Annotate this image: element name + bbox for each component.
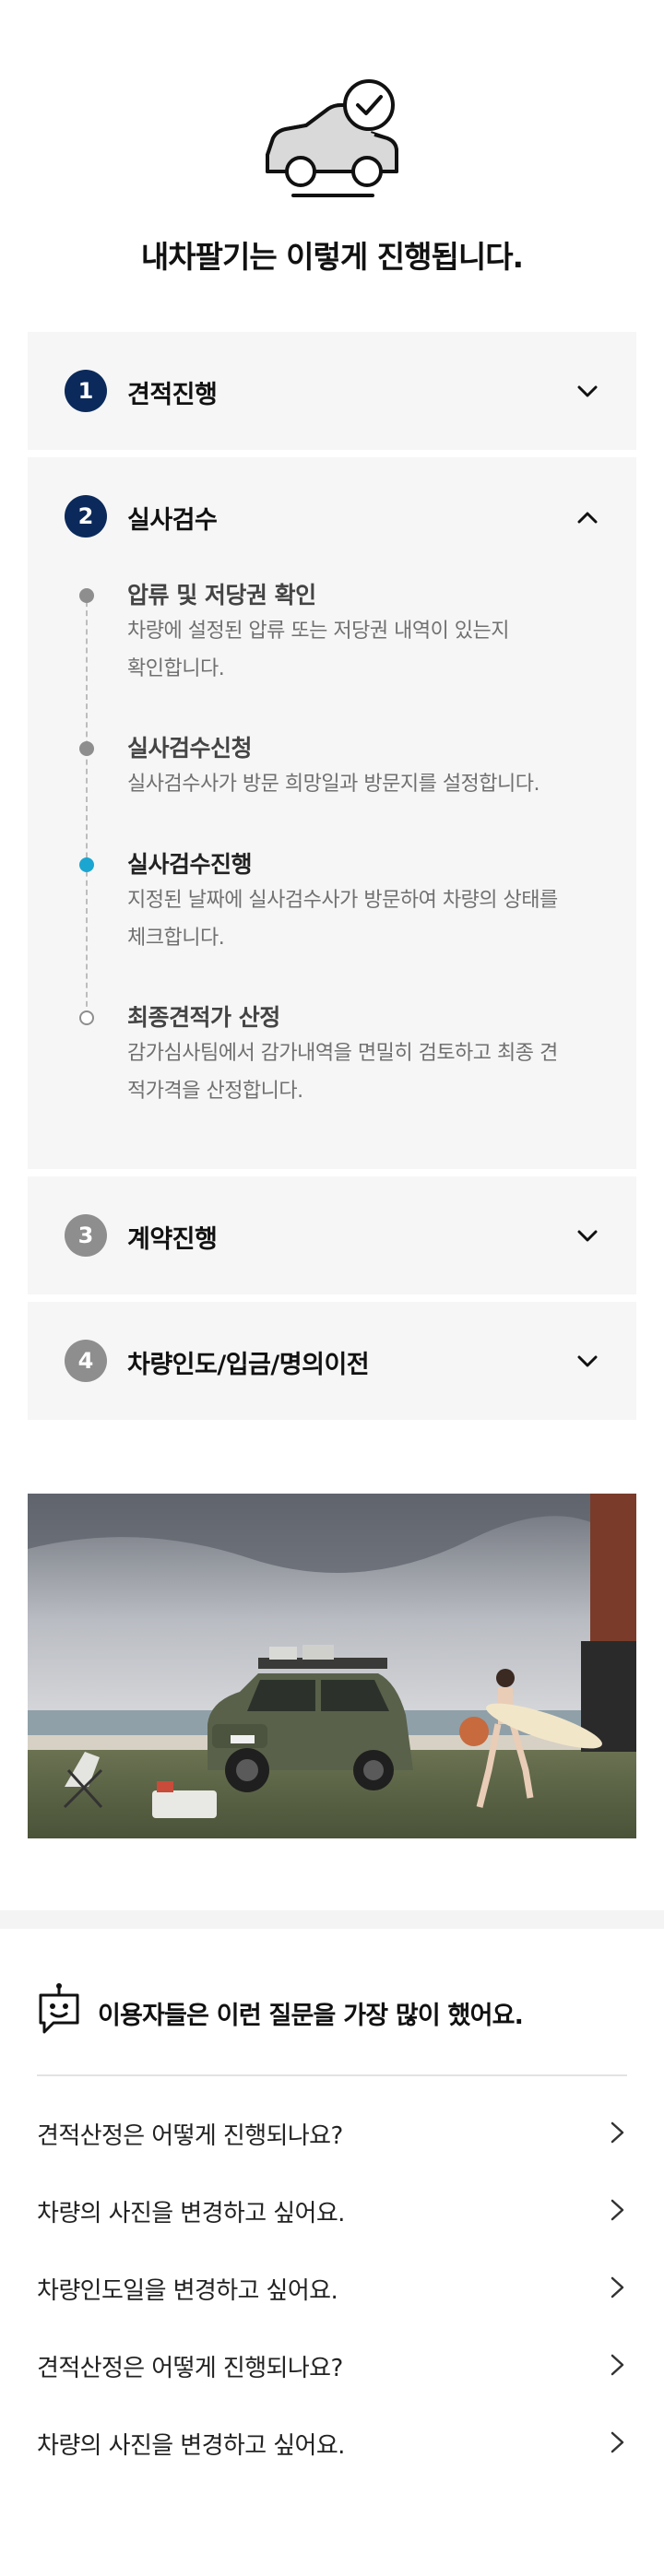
substep-desc-line: 실사검수사가 방문 희망일과 방문지를 설정합니다. xyxy=(127,773,540,796)
substep-dot-pending xyxy=(79,1010,94,1025)
substep-desc-line: 적가격을 산정합니다. xyxy=(127,1080,303,1103)
step-card-4: 4 차량인도/입금/명의이전 xyxy=(28,1302,636,1420)
step-card-2: 2 실사검수 압류 및 저당권 확인 차량에 설정된 압류 또는 저당권 내역이… xyxy=(28,457,636,1169)
substep-desc: 감가심사팀에서 감가내역을 면밀히 검토하고 최종 견 적가격을 산정합니다. xyxy=(127,1034,607,1110)
step-card-3: 3 계약진행 xyxy=(28,1176,636,1294)
substep-dot-current xyxy=(79,857,94,872)
step-title: 차량인도/입금/명의이전 xyxy=(127,1351,370,1379)
chevron-right-icon xyxy=(611,2121,624,2144)
faq-question: 견적산정은 어떻게 진행되나요? xyxy=(37,2122,343,2150)
chevron-down-icon[interactable] xyxy=(575,1350,599,1374)
faq-item[interactable]: 차량의 사진을 변경하고 싶어요. xyxy=(37,2172,627,2250)
chevron-down-icon[interactable] xyxy=(575,380,599,404)
chevron-right-icon xyxy=(611,2276,624,2298)
car-check-icon xyxy=(266,79,398,197)
step-number-badge: 1 xyxy=(65,370,107,412)
step-number-badge: 4 xyxy=(65,1340,107,1382)
page-title: 내차팔기는 이렇게 진행됩니다. xyxy=(140,239,524,275)
step-card-1: 1 견적진행 xyxy=(28,332,636,450)
faq-header: 이용자들은 이런 질문을 가장 많이 했어요. xyxy=(37,1982,627,2038)
step-number-badge: 3 xyxy=(65,1214,107,1257)
substep-title: 실사검수신청 xyxy=(127,735,253,762)
faq-question: 차량인도일을 변경하고 싶어요. xyxy=(37,2277,338,2305)
faq-item[interactable]: 차량인도일을 변경하고 싶어요. xyxy=(37,2250,627,2327)
chevron-right-icon xyxy=(611,2199,624,2221)
promo-photo xyxy=(28,1494,636,1838)
chevron-right-icon xyxy=(611,2354,624,2376)
step-title: 견적진행 xyxy=(127,381,218,409)
substep-title: 압류 및 저당권 확인 xyxy=(127,582,316,609)
substep-desc-line: 체크합니다. xyxy=(127,927,225,950)
faq-item[interactable]: 차량의 사진을 변경하고 싶어요. xyxy=(37,2405,627,2482)
faq-question: 견적산정은 어떻게 진행되나요? xyxy=(37,2355,343,2382)
substep-desc-line: 차량에 설정된 압류 또는 저당권 내역이 있는지 xyxy=(127,620,510,643)
faq-item[interactable]: 견적산정은 어떻게 진행되나요? xyxy=(37,2095,627,2172)
step-title: 계약진행 xyxy=(127,1225,218,1254)
substep-desc-line: 감가심사팀에서 감가내역을 면밀히 검토하고 최종 견 xyxy=(127,1042,558,1065)
substep-dot-done xyxy=(79,741,94,756)
timeline-line xyxy=(86,592,88,1016)
step-header-2[interactable]: 2 실사검수 xyxy=(28,457,636,575)
substep-dot-done xyxy=(79,588,94,603)
chatbot-icon xyxy=(39,1983,79,2034)
substep-desc-line: 확인합니다. xyxy=(127,657,225,680)
step-title: 실사검수 xyxy=(127,506,218,535)
substep-title: 실사검수진행 xyxy=(127,851,253,878)
chevron-right-icon xyxy=(611,2431,624,2453)
chevron-up-icon[interactable] xyxy=(575,505,599,529)
faq-title: 이용자들은 이런 질문을 가장 많이 했어요. xyxy=(98,2002,524,2030)
faq-divider xyxy=(37,2074,627,2076)
step-number-badge: 2 xyxy=(65,495,107,538)
chevron-down-icon[interactable] xyxy=(575,1224,599,1248)
substep-desc: 차량에 설정된 압류 또는 저당권 내역이 있는지 확인합니다. xyxy=(127,612,607,688)
substep-desc-line: 지정된 날짜에 실사검수사가 방문하여 차량의 상태를 xyxy=(127,889,558,912)
section-divider xyxy=(0,1910,664,1929)
faq-item[interactable]: 견적산정은 어떻게 진행되나요? xyxy=(37,2327,627,2405)
faq-question: 차량의 사진을 변경하고 싶어요. xyxy=(37,2432,345,2460)
faq-question: 차량의 사진을 변경하고 싶어요. xyxy=(37,2200,345,2227)
substep-desc: 지정된 날짜에 실사검수사가 방문하여 차량의 상태를 체크합니다. xyxy=(127,881,607,957)
step-header-4[interactable]: 4 차량인도/입금/명의이전 xyxy=(28,1302,636,1420)
substep-desc: 실사검수사가 방문 희망일과 방문지를 설정합니다. xyxy=(127,765,607,803)
substep-title: 최종견적가 산정 xyxy=(127,1004,280,1031)
step-header-3[interactable]: 3 계약진행 xyxy=(28,1176,636,1294)
hero-section: 내차팔기는 이렇게 진행됩니다. xyxy=(0,0,664,304)
step-header-1[interactable]: 1 견적진행 xyxy=(28,332,636,450)
beach-car-illustration xyxy=(28,1494,636,1838)
